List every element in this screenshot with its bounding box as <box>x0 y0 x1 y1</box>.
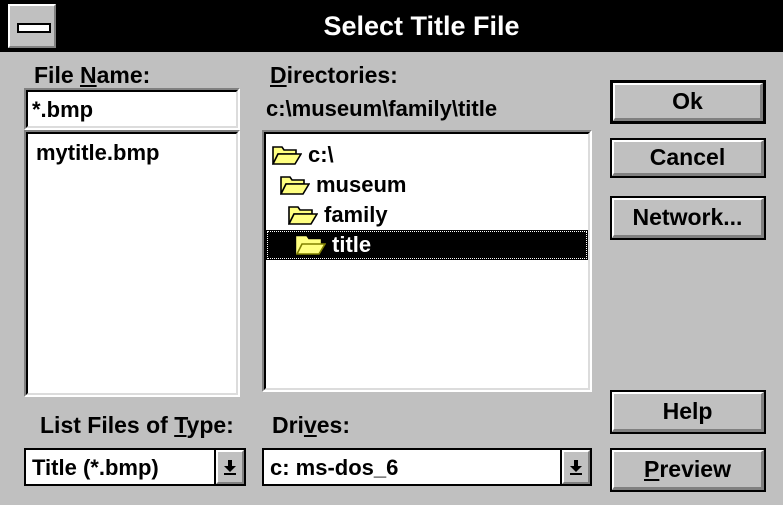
directory-item-family[interactable]: family <box>288 200 388 230</box>
directories-label: Directories: <box>270 62 398 88</box>
title-bar[interactable]: Select Title File <box>0 0 783 52</box>
file-name-input[interactable]: *.bmp <box>24 88 240 130</box>
preview-button-label: Preview <box>644 456 731 482</box>
select-title-file-dialog: Select Title File File Name: *.bmp mytit… <box>0 0 783 505</box>
file-name-value: *.bmp <box>32 97 94 122</box>
window-title: Select Title File <box>323 11 520 41</box>
file-list-item[interactable]: mytitle.bmp <box>36 140 159 166</box>
directory-item-label: c:\ <box>308 142 334 167</box>
help-button[interactable]: Help <box>610 390 766 434</box>
ok-button-label: Ok <box>672 88 703 114</box>
directory-item-label: family <box>324 202 388 227</box>
cancel-button-label: Cancel <box>649 144 726 170</box>
file-type-select[interactable]: Title (*.bmp) <box>24 448 246 486</box>
directory-item-label: museum <box>316 172 407 197</box>
drives-select[interactable]: c: ms-dos_6 <box>262 448 592 486</box>
system-menu-icon <box>17 23 51 33</box>
cancel-button[interactable]: Cancel <box>610 138 766 178</box>
system-menu-button[interactable] <box>8 4 56 48</box>
dropdown-arrow-icon <box>570 460 582 475</box>
drives-label: Drives: <box>272 412 350 438</box>
ok-button[interactable]: Ok <box>610 80 766 124</box>
dropdown-arrow-icon <box>224 460 236 475</box>
open-folder-icon <box>280 176 310 195</box>
file-list[interactable]: mytitle.bmp <box>24 130 240 397</box>
open-folder-icon <box>272 146 302 165</box>
directory-item-root[interactable]: c:\ <box>272 140 334 170</box>
list-files-of-type-label: List Files of Type: <box>40 412 234 438</box>
file-name-label: File Name: <box>34 62 151 88</box>
preview-button[interactable]: Preview <box>610 448 766 492</box>
file-type-dropdown-button[interactable] <box>214 450 244 484</box>
drives-dropdown-button[interactable] <box>560 450 590 484</box>
drives-value: c: ms-dos_6 <box>270 455 399 480</box>
current-path: c:\museum\family\title <box>266 96 498 121</box>
open-folder-icon <box>288 206 318 225</box>
help-button-label: Help <box>662 398 713 424</box>
file-type-value: Title (*.bmp) <box>32 455 159 480</box>
directory-tree[interactable]: c:\ museum family title <box>262 130 592 392</box>
open-folder-icon <box>296 236 326 255</box>
network-button-label: Network... <box>632 204 743 230</box>
network-button[interactable]: Network... <box>610 196 766 240</box>
directory-item-title[interactable]: title <box>266 230 588 260</box>
directory-item-museum[interactable]: museum <box>280 170 406 200</box>
directory-item-label: title <box>332 232 372 257</box>
